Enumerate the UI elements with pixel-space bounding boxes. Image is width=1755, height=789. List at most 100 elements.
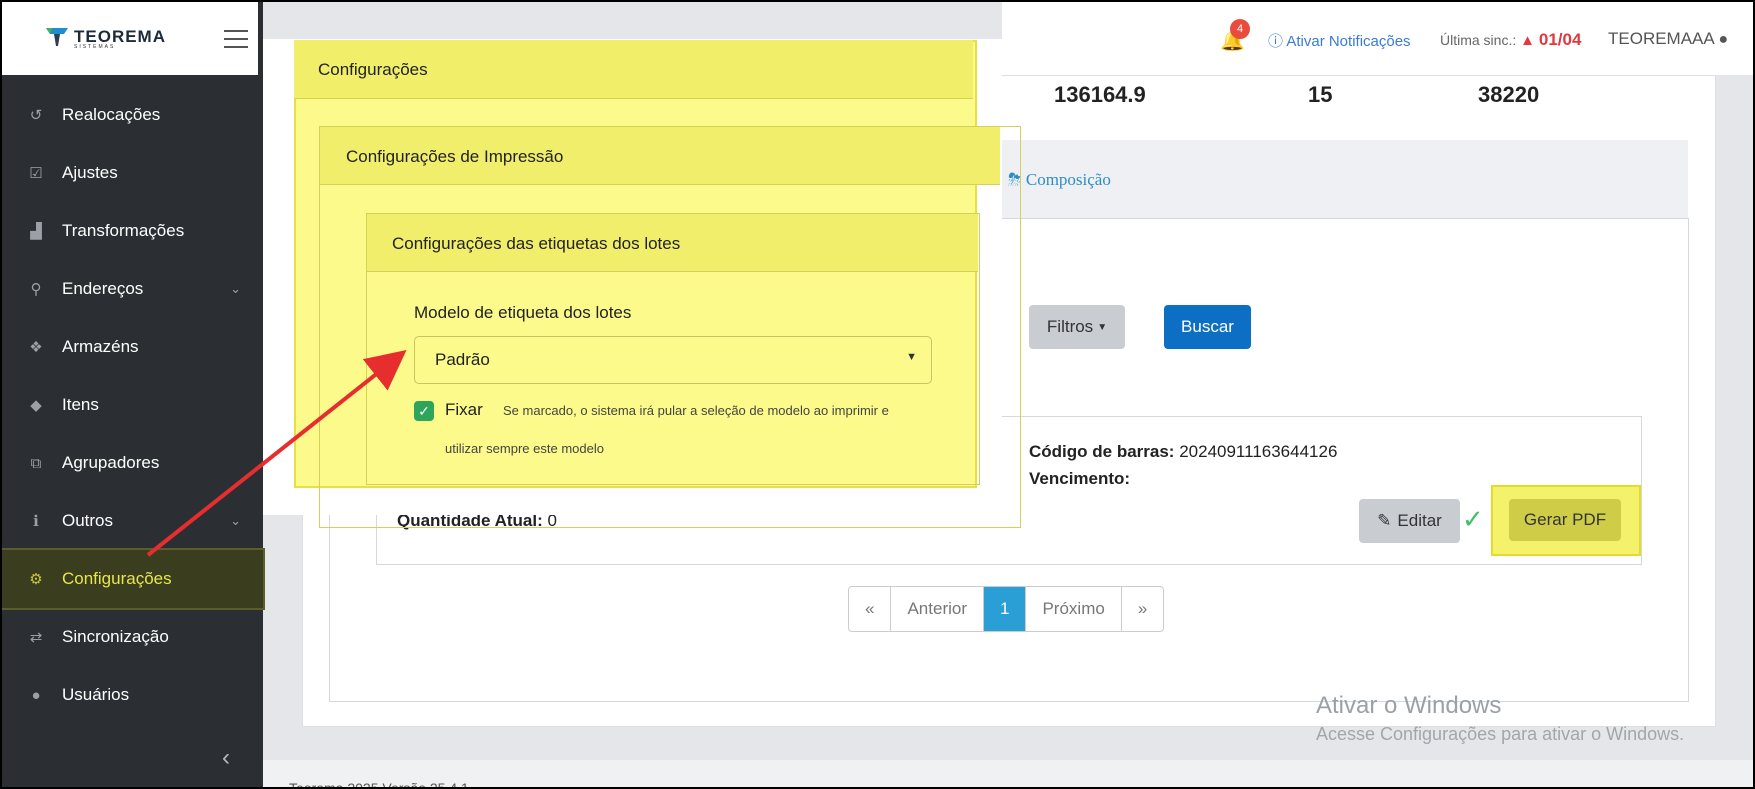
cubes-icon: ❖ — [29, 339, 43, 356]
sidebar-item-configuracoes[interactable]: ⚙ Configurações — [2, 548, 265, 610]
lot-label-config-title: Configurações das etiquetas dos lotes — [392, 234, 681, 253]
sidebar-item-outros[interactable]: ℹ Outros ⌄ — [2, 492, 263, 550]
editar-label: Editar — [1397, 511, 1442, 530]
username: TEOREMAAA — [1608, 29, 1714, 48]
stat-value-3: 38220 — [1478, 82, 1540, 107]
gerar-pdf-highlight: Gerar PDF — [1491, 485, 1641, 556]
barcode-value: 20240911163644126 — [1179, 442, 1338, 461]
page-current[interactable]: 1 — [984, 587, 1027, 631]
sidebar-item-ajustes[interactable]: ☑ Ajustes — [2, 144, 263, 202]
buscar-button[interactable]: Buscar — [1164, 305, 1251, 349]
menu-toggle-icon[interactable] — [224, 30, 248, 50]
sidebar-item-label: Configurações — [62, 569, 172, 588]
gerar-pdf-button[interactable]: Gerar PDF — [1509, 499, 1621, 541]
user-menu[interactable]: TEOREMAAA ● — [1608, 29, 1728, 49]
sidebar-item-label: Transformações — [62, 221, 185, 240]
model-label: Modelo de etiqueta dos lotes — [414, 303, 632, 322]
sidebar-item-label: Realocações — [62, 105, 161, 124]
model-select[interactable]: Padrão ▼ — [414, 336, 932, 384]
last-sync: Última sinc.: ▲ 01/04 — [1440, 30, 1581, 50]
sidebar: TEOREMA SISTEMAS ↺ Realocações ☑ Ajustes ▟… — [2, 2, 265, 787]
sidebar-item-enderecos[interactable]: ⚲ Endereços ⌄ — [2, 260, 263, 318]
sidebar-item-agrupadores[interactable]: ⧉ Agrupadores — [2, 434, 263, 492]
edit-icon: ✎ — [1377, 511, 1392, 530]
sidebar-item-label: Agrupadores — [62, 453, 160, 472]
tab-composicao-label: Composição — [1025, 170, 1111, 189]
sidebar-item-label: Usuários — [62, 685, 130, 704]
sidebar-item-label: Itens — [62, 395, 99, 414]
chevron-down-icon: ⌄ — [230, 281, 241, 296]
sidebar-item-armazens[interactable]: ❖ Armazéns — [2, 318, 263, 376]
editar-button[interactable]: ✎ Editar — [1359, 499, 1460, 543]
config-overlay-top — [258, 2, 1002, 39]
pagination: « Anterior 1 Próximo » — [848, 586, 1165, 632]
industry-icon: ▟ — [30, 223, 42, 240]
page-last[interactable]: » — [1122, 587, 1163, 631]
ativar-notificacoes-link[interactable]: ⓘ Ativar Notificações — [1268, 30, 1411, 51]
check-square-icon: ☑ — [29, 165, 43, 182]
gerar-pdf-label: Gerar PDF — [1523, 510, 1607, 529]
filtros-label: Filtros — [1046, 317, 1094, 336]
caret-down-icon: ▼ — [1097, 321, 1108, 333]
info-icon: ℹ — [33, 513, 39, 530]
map-pin-icon: ⚲ — [30, 281, 42, 298]
fixar-checkbox[interactable]: ✓ — [414, 401, 434, 421]
windows-watermark-text: Acesse Configurações para ativar o Windo… — [1316, 724, 1685, 744]
object-group-icon: ⧉ — [30, 454, 42, 472]
sidebar-nav: ↺ Realocações ☑ Ajustes ▟ Transformações ⚲ E… — [2, 86, 265, 724]
config-title: Configurações — [318, 60, 428, 79]
top-bar: 🔔 4 ⓘ Ativar Notificações Última sinc.: … — [1000, 2, 1753, 75]
caret-down-icon: ▼ — [906, 351, 917, 363]
windows-watermark-title: Ativar o Windows — [1316, 692, 1502, 719]
sidebar-item-realocacoes[interactable]: ↺ Realocações — [2, 86, 263, 144]
page-prev[interactable]: Anterior — [891, 587, 984, 631]
vencimento-label: Vencimento: — [1029, 469, 1131, 488]
ativar-notificacoes-label: Ativar Notificações — [1286, 33, 1411, 50]
gear-icon: ⚙ — [29, 571, 43, 588]
sidebar-item-transformacoes[interactable]: ▟ Transformações — [2, 202, 263, 260]
user-icon: ● — [1718, 31, 1729, 48]
undo-icon: ↺ — [29, 107, 43, 124]
barcode-label: Código de barras: — [1029, 442, 1175, 461]
model-select-value: Padrão — [435, 350, 490, 369]
fixar-help-text-2: utilizar sempre este modelo — [445, 441, 604, 456]
stat-value-1: 136164.9 — [1054, 82, 1146, 107]
cube-icon: ◆ — [30, 397, 42, 414]
sync-label: Última sinc.: — [1440, 32, 1517, 48]
buscar-label: Buscar — [1181, 317, 1234, 336]
barcode-field: Código de barras: 20240911163644126 — [1029, 442, 1337, 462]
logo-text: TEOREMA — [74, 27, 166, 46]
sidebar-collapse-icon[interactable]: ‹ — [222, 744, 230, 772]
double-check-icon: ✓ — [1462, 504, 1484, 534]
sidebar-item-sincronizacao[interactable]: ⇄ Sincronização — [2, 608, 263, 666]
info-circle-icon: ⓘ — [1268, 33, 1287, 50]
sidebar-item-label: Armazéns — [62, 337, 139, 356]
sidebar-item-usuarios[interactable]: ● Usuários — [2, 666, 263, 724]
sidebar-item-itens[interactable]: ◆ Itens — [2, 376, 263, 434]
fixar-label: Fixar — [445, 400, 483, 419]
sidebar-item-label: Endereços — [62, 279, 144, 298]
sidebar-item-label: Outros — [62, 511, 114, 530]
page-next[interactable]: Próximo — [1026, 587, 1122, 631]
logo-area: TEOREMA SISTEMAS — [2, 2, 258, 75]
page-first[interactable]: « — [849, 587, 892, 631]
warning-icon: ▲ — [1520, 32, 1535, 49]
footer-text: Teorema 2025 Versão 25.4.1 — [289, 780, 469, 789]
logo-sub: SISTEMAS — [74, 44, 116, 50]
screen-frame: 136164.9 15 38220 ⛈ Composição Filtros ▼ … — [0, 0, 1755, 789]
print-config-title: Configurações de Impressão — [346, 147, 564, 166]
sidebar-item-label: Sincronização — [62, 627, 169, 646]
sidebar-item-label: Ajustes — [62, 163, 118, 182]
notification-badge: 4 — [1230, 19, 1250, 39]
teorema-logo-icon — [46, 28, 68, 46]
footer — [263, 760, 1753, 787]
filtros-button[interactable]: Filtros ▼ — [1029, 305, 1125, 349]
exchange-icon: ⇄ — [29, 629, 43, 646]
chevron-down-icon: ⌄ — [230, 513, 241, 528]
fixar-help-text: Se marcado, o sistema irá pular a seleçã… — [503, 403, 889, 418]
sync-date: 01/04 — [1538, 30, 1582, 49]
user-icon: ● — [31, 686, 41, 704]
stat-value-2: 15 — [1308, 82, 1333, 107]
tab-composicao[interactable]: ⛈ Composição — [1008, 170, 1111, 190]
vencimento-field: Vencimento: — [1029, 469, 1130, 489]
